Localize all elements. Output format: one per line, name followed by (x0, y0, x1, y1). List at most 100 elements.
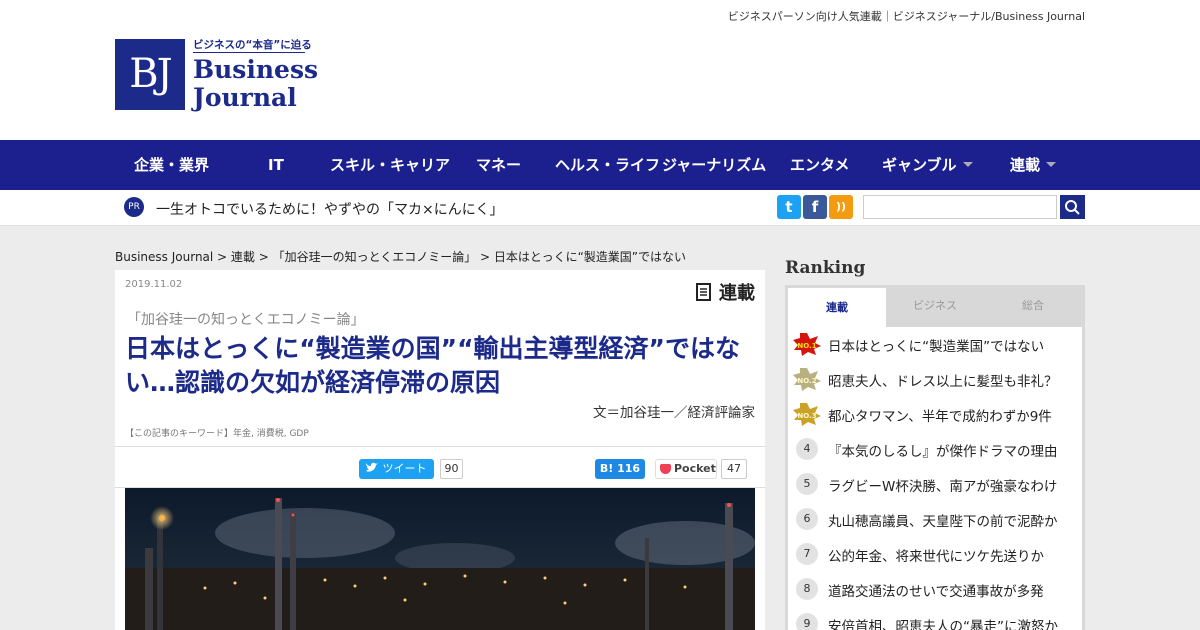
pr-bar: PR 一生オトコでいるために！やずやの「マカ×にんにく」 t f )) (0, 190, 1200, 226)
tab-label: 連載 (826, 301, 848, 314)
site-logo[interactable]: BJ ビジネスの“本音”に迫る Business Journal (115, 38, 318, 118)
tweet-count: 90 (440, 459, 463, 479)
nav-item-money[interactable]: マネー (476, 140, 521, 190)
share-bar: ツイート 90 B! 116 Pocket 47 (115, 446, 765, 488)
nav-item-health-life[interactable]: ヘルス・ライフ (555, 140, 660, 190)
ranking-item-title: ラグビーW杯決勝、南アが強豪なわけ (828, 479, 1058, 495)
rank-medal-1-icon: NO.1 (793, 333, 821, 356)
tweet-button[interactable]: ツイート (359, 459, 434, 479)
nav-item-entame[interactable]: エンタメ (790, 140, 850, 190)
nav-item-series[interactable]: 連載 (1010, 140, 1057, 190)
tab-label: ビジネス (913, 299, 957, 312)
rank-number: 5 (796, 473, 818, 495)
twitter-bird-icon (366, 462, 378, 472)
nav-label: エンタメ (790, 156, 850, 174)
ranking-item[interactable]: 6 丸山穂高議員、天皇陛下の前で泥酔か (788, 502, 1082, 537)
rank-medal-label: NO.1 (797, 342, 816, 350)
tab-overall[interactable]: 総合 (984, 285, 1082, 327)
nav-label: ギャンブル (882, 156, 957, 174)
nav-label: スキル・キャリア (330, 156, 451, 174)
chevron-down-icon (962, 162, 973, 167)
series-badge-label: 連載 (719, 283, 755, 304)
tab-label: 総合 (1022, 299, 1044, 312)
ranking-list: NO.1 日本はとっくに“製造業国”ではない NO.2 昭恵夫人、ドレス以上に髪… (788, 327, 1082, 630)
hatena-bookmark-button[interactable]: B! 116 (595, 459, 645, 479)
rank-number: 8 (796, 578, 818, 600)
logo-mark: BJ (115, 39, 185, 110)
rank-medal-2-icon: NO.2 (793, 368, 821, 391)
rank-medal-3-icon: NO.3 (793, 403, 821, 426)
factory-night-image (125, 488, 755, 630)
ranking-item[interactable]: 8 道路交通法のせいで交通事故が多発 (788, 572, 1082, 607)
ranking-item-title: 安倍首相、昭恵夫人の“暴走”に激怒か (828, 619, 1058, 630)
article-title: 日本はとっくに“製造業の国”“輸出主導型経済”ではない…認識の欠如が経済停滞の原… (125, 334, 740, 397)
series-name[interactable]: 「加谷珪一の知っとくエコノミー論」 (127, 309, 365, 329)
tweet-label: ツイート (382, 462, 427, 475)
series-badge[interactable]: 連載 (695, 279, 755, 305)
nav-label: ヘルス・ライフ (555, 156, 661, 174)
ranking-item[interactable]: NO.2 昭恵夫人、ドレス以上に髪型も非礼？ (788, 362, 1082, 397)
pr-badge: PR (124, 197, 144, 217)
ranking-item[interactable]: NO.3 都心タワマン、半年で成約わずか9件 (788, 397, 1082, 432)
tab-series[interactable]: 連載 (788, 288, 886, 327)
ranking-item-title: 公的年金、将来世代にツケ先送りか (828, 549, 1044, 565)
nav-item-industry[interactable]: 企業・業界 (134, 140, 209, 190)
pr-link[interactable]: 一生オトコでいるために！やずやの「マカ×にんにく」 (156, 199, 503, 219)
search-button[interactable] (1060, 195, 1085, 219)
ranking-item-title: 昭恵夫人、ドレス以上に髪型も非礼？ (828, 374, 1058, 390)
ranking-item[interactable]: 9 安倍首相、昭恵夫人の“暴走”に激怒か (788, 607, 1082, 630)
article-keywords[interactable]: 【この記事のキーワード】年金, 消費税, GDP (125, 426, 309, 439)
ranking-item[interactable]: NO.1 日本はとっくに“製造業国”ではない (788, 327, 1082, 362)
logo-name: Business Journal (193, 56, 318, 112)
rank-medal-label: NO.3 (797, 412, 816, 420)
rank-number: 7 (796, 543, 818, 565)
ranking-item-title: 都心タワマン、半年で成約わずか9件 (828, 409, 1052, 425)
ranking-title: Ranking (785, 258, 866, 278)
ranking-item-title: 道路交通法のせいで交通事故が多発 (828, 584, 1044, 600)
article-photo (125, 488, 755, 630)
notebook-icon (695, 283, 711, 301)
rank-number: 4 (796, 438, 818, 460)
pocket-count: 47 (721, 459, 747, 479)
breadcrumb[interactable]: Business Journal > 連載 > 「加谷珪一の知っとくエコノミー論… (115, 248, 686, 265)
nav-label: 連載 (1010, 156, 1041, 174)
main-nav: 企業・業界 IT スキル・キャリア マネー ヘルス・ライフ ジャーナリズム エン… (0, 140, 1200, 190)
search-input[interactable] (863, 195, 1057, 219)
pocket-icon (660, 464, 671, 474)
nav-label: 企業・業界 (134, 156, 210, 174)
rss-icon[interactable]: )) (829, 195, 853, 219)
article-card: 2019.11.02 連載 「加谷珪一の知っとくエコノミー論」 日本はとっくに“… (115, 270, 765, 630)
nav-item-it[interactable]: IT (268, 140, 284, 190)
facebook-glyph: f (811, 198, 819, 216)
nav-item-journalism[interactable]: ジャーナリズム (662, 140, 766, 190)
rank-medal-label: NO.2 (797, 377, 816, 385)
ranking-item[interactable]: 4 『本気のしるし』が傑作ドラマの理由 (788, 432, 1082, 467)
nav-label: IT (268, 156, 284, 174)
ranking-item-title: 『本気のしるし』が傑作ドラマの理由 (828, 444, 1058, 460)
twitter-glyph: t (785, 198, 793, 216)
nav-item-gamble[interactable]: ギャンブル (882, 140, 973, 190)
logo-subtitle: ビジネスの“本音”に迫る (193, 39, 312, 51)
logo-divider (193, 52, 305, 53)
logo-name-line1: Business (193, 55, 319, 84)
search-icon (1065, 200, 1080, 215)
chevron-down-icon (1046, 162, 1057, 167)
pocket-button[interactable]: Pocket (655, 459, 717, 479)
article-date: 2019.11.02 (125, 279, 183, 290)
twitter-icon[interactable]: t (777, 195, 801, 219)
nav-label: ジャーナリズム (662, 156, 767, 174)
ranking-item[interactable]: 7 公的年金、将来世代にツケ先送りか (788, 537, 1082, 572)
nav-item-skill-career[interactable]: スキル・キャリア (330, 140, 450, 190)
facebook-icon[interactable]: f (803, 195, 827, 219)
rss-glyph: )) (835, 200, 847, 213)
ranking-panel: 連載 ビジネス 総合 NO.1 日本はとっくに“製造業国”ではない NO.2 昭… (785, 285, 1085, 630)
site-tagline: ビジネスパーソン向け人気連載｜ビジネスジャーナル/Business Journa… (727, 10, 1085, 23)
rank-number: 6 (796, 508, 818, 530)
ranking-item[interactable]: 5 ラグビーW杯決勝、南アが強豪なわけ (788, 467, 1082, 502)
tab-business[interactable]: ビジネス (886, 285, 984, 327)
article-byline: 文＝加谷珪一／経済評論家 (593, 405, 755, 421)
rank-number: 9 (796, 613, 818, 630)
ranking-item-title: 日本はとっくに“製造業国”ではない (828, 339, 1045, 355)
site-header: ビジネスパーソン向け人気連載｜ビジネスジャーナル/Business Journa… (0, 0, 1200, 140)
nav-label: マネー (476, 156, 522, 174)
